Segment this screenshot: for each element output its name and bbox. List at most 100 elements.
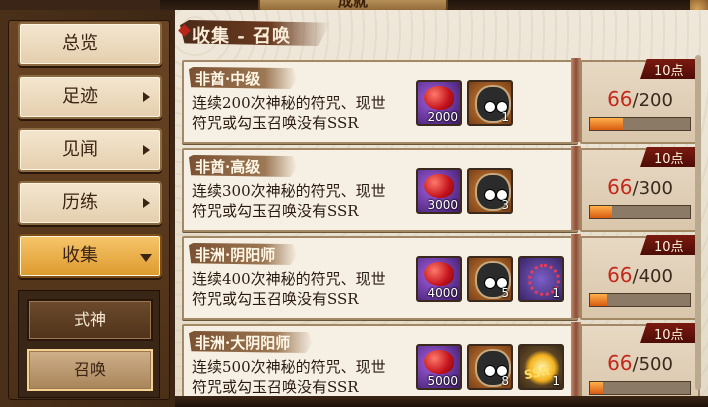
jade-icon[interactable]: 4000 [416, 256, 462, 302]
progress-total: /300 [632, 178, 673, 199]
bottom-frame [175, 396, 708, 407]
card-title-tag: 非洲·大阴阳师 [189, 331, 313, 353]
sidebar-item-label: 历练 [62, 192, 98, 213]
reward-count: 8 [501, 374, 509, 388]
card-title: 非酋·高级 [195, 158, 261, 176]
description-line: 符咒或勾玉召唤没有SSR [192, 202, 359, 220]
jade-icon[interactable]: 5000 [416, 344, 462, 390]
progress-fill [590, 118, 623, 130]
progress-fill [590, 382, 604, 394]
card-description: 连续400次神秘的符咒、现世 符咒或勾玉召唤没有SSR [192, 269, 422, 309]
submenu-panel: 式神 召唤 [18, 290, 160, 398]
description-line: 符咒或勾玉召唤没有SSR [192, 378, 359, 396]
progress-text: 66/200 [582, 87, 698, 111]
achievement-card: 非酋·高级 连续300次神秘的符咒、现世 符咒或勾玉召唤没有SSR 3000 3… [182, 146, 700, 232]
sidebar-item-label: 收集 [62, 245, 98, 266]
sidebar-item-training[interactable]: 历练 [18, 181, 162, 225]
progress-current: 66 [607, 351, 633, 375]
jade-icon[interactable]: 2000 [416, 80, 462, 126]
points-label: 10点 [654, 328, 684, 343]
description-line: 连续200次神秘的符咒、现世 [192, 94, 386, 112]
card-description: 连续500次神秘的符咒、现世 符咒或勾玉召唤没有SSR [192, 357, 422, 397]
daruma-icon[interactable]: 5 [467, 256, 513, 302]
card-body: 非洲·阴阳师 连续400次神秘的符咒、现世 符咒或勾玉召唤没有SSR 4000 … [182, 236, 578, 320]
progress-current: 66 [607, 87, 633, 111]
description-line: 连续500次神秘的符咒、现世 [192, 358, 386, 376]
points-badge: 10点 [640, 147, 696, 167]
chevron-right-icon [143, 145, 150, 155]
scrollbar[interactable] [695, 55, 701, 390]
description-line: 符咒或勾玉召唤没有SSR [192, 290, 359, 308]
daruma-icon[interactable]: 3 [467, 168, 513, 214]
progress-bar [589, 381, 691, 395]
progress-fill [590, 206, 612, 218]
achievement-card: 非洲·大阴阳师 连续500次神秘的符咒、现世 符咒或勾玉召唤没有SSR 5000… [182, 322, 700, 407]
card-title-tag: 非洲·阴阳师 [189, 243, 297, 265]
points-badge: 10点 [640, 59, 696, 79]
rope-icon[interactable]: 1 [518, 256, 564, 302]
progress-current: 66 [607, 263, 633, 287]
sidebar-item-overview[interactable]: 总览 [18, 22, 162, 66]
reward-count: 3000 [427, 198, 458, 212]
progress-panel: 10点 66/300 [580, 147, 700, 232]
description-line: 符咒或勾玉召唤没有SSR [192, 114, 359, 132]
sidebar-item-knowledge[interactable]: 见闻 [18, 128, 162, 172]
points-label: 10点 [654, 64, 684, 79]
progress-panel: 10点 66/400 [580, 235, 700, 320]
chevron-right-icon [143, 92, 150, 102]
card-body: 非洲·大阴阳师 连续500次神秘的符咒、现世 符咒或勾玉召唤没有SSR 5000… [182, 324, 578, 407]
reward-count: 1 [552, 374, 560, 388]
progress-text: 66/300 [582, 175, 698, 199]
submenu-item-shikigami[interactable]: 式神 [27, 299, 153, 341]
progress-bar [589, 117, 691, 131]
chevron-right-icon [143, 198, 150, 208]
reward-count: 5 [501, 286, 509, 300]
sidebar: 总览 足迹 见闻 历练 收集 式神 召唤 [0, 10, 178, 407]
progress-fill [590, 294, 607, 306]
jade-icon[interactable]: 3000 [416, 168, 462, 214]
card-title: 非洲·阴阳师 [195, 246, 276, 264]
progress-panel: 10点 66/200 [580, 59, 700, 144]
card-body: 非酋·中级 连续200次神秘的符咒、现世 符咒或勾玉召唤没有SSR 2000 1 [182, 60, 578, 144]
game-window: 成就 总览 足迹 见闻 历练 收集 式神 召唤 收集 - 召唤 非酋·中级 连续… [0, 0, 708, 407]
card-description: 连续300次神秘的符咒、现世 符咒或勾玉召唤没有SSR [192, 181, 422, 221]
reward-count: 5000 [427, 374, 458, 388]
section-header: 收集 - 召唤 [178, 18, 340, 48]
card-title-tag: 非酋·中级 [189, 67, 297, 89]
progress-total: /500 [632, 354, 673, 375]
progress-bar [589, 293, 691, 307]
sidebar-item-label: 足迹 [62, 86, 98, 107]
card-title: 非酋·中级 [195, 70, 261, 88]
reward-count: 1 [501, 110, 509, 124]
sidebar-item-footprints[interactable]: 足迹 [18, 75, 162, 119]
sidebar-item-collection[interactable]: 收集 [18, 234, 162, 278]
sidebar-item-label: 见闻 [62, 139, 98, 160]
description-line: 连续400次神秘的符咒、现世 [192, 270, 386, 288]
progress-total: /400 [632, 266, 673, 287]
achievement-card: 非酋·中级 连续200次神秘的符咒、现世 符咒或勾玉召唤没有SSR 2000 1… [182, 58, 700, 144]
reward-count: 2000 [427, 110, 458, 124]
sidebar-item-label: 总览 [62, 33, 98, 54]
progress-total: /200 [632, 90, 673, 111]
reward-count: 4000 [427, 286, 458, 300]
card-body: 非酋·高级 连续300次神秘的符咒、现世 符咒或勾玉召唤没有SSR 3000 3 [182, 148, 578, 232]
progress-current: 66 [607, 175, 633, 199]
progress-text: 66/500 [582, 351, 698, 375]
points-label: 10点 [654, 240, 684, 255]
card-description: 连续200次神秘的符咒、现世 符咒或勾玉召唤没有SSR [192, 93, 422, 133]
card-title-tag: 非酋·高级 [189, 155, 297, 177]
daruma-icon[interactable]: 1 [467, 80, 513, 126]
chevron-down-icon [140, 254, 152, 262]
progress-bar [589, 205, 691, 219]
main-panel: 收集 - 召唤 非酋·中级 连续200次神秘的符咒、现世 符咒或勾玉召唤没有SS… [175, 10, 708, 407]
points-badge: 10点 [640, 323, 696, 343]
daruma-icon[interactable]: 8 [467, 344, 513, 390]
ssr-daruma-icon[interactable]: SSR 1 [518, 344, 564, 390]
section-title: 收集 - 召唤 [192, 26, 292, 47]
description-line: 连续300次神秘的符咒、现世 [192, 182, 386, 200]
points-badge: 10点 [640, 235, 696, 255]
submenu-item-summon[interactable]: 召唤 [27, 349, 153, 391]
reward-count: 1 [552, 286, 560, 300]
points-label: 10点 [654, 152, 684, 167]
achievement-card: 非洲·阴阳师 连续400次神秘的符咒、现世 符咒或勾玉召唤没有SSR 4000 … [182, 234, 700, 320]
